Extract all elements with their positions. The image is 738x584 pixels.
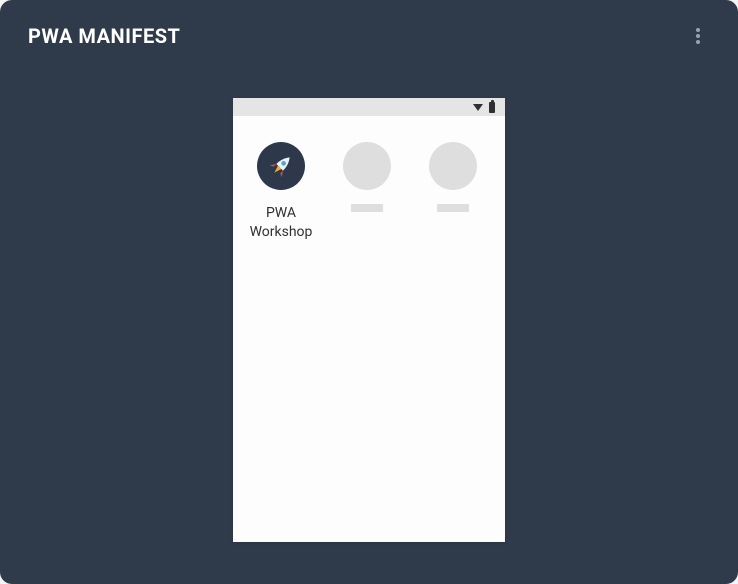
card-body: PWA Workshop [0, 68, 738, 584]
wifi-icon [473, 104, 483, 111]
app-label: PWA Workshop [247, 204, 315, 242]
battery-icon [489, 102, 495, 113]
app-item-placeholder [333, 142, 401, 212]
app-item-placeholder [419, 142, 487, 212]
placeholder-label [437, 204, 469, 212]
placeholder-icon [429, 142, 477, 190]
card-title: PWA MANIFEST [28, 24, 180, 48]
kebab-menu-button[interactable] [686, 24, 710, 48]
phone-status-bar [233, 98, 505, 116]
placeholder-icon [343, 142, 391, 190]
phone-mockup: PWA Workshop [233, 98, 505, 542]
rocket-icon [257, 142, 305, 190]
home-screen: PWA Workshop [233, 116, 505, 542]
placeholder-label [351, 204, 383, 212]
pwa-manifest-card: PWA MANIFEST [0, 0, 738, 584]
kebab-icon [696, 28, 700, 44]
app-item-pwa-workshop[interactable]: PWA Workshop [247, 142, 315, 242]
card-header: PWA MANIFEST [0, 0, 738, 68]
